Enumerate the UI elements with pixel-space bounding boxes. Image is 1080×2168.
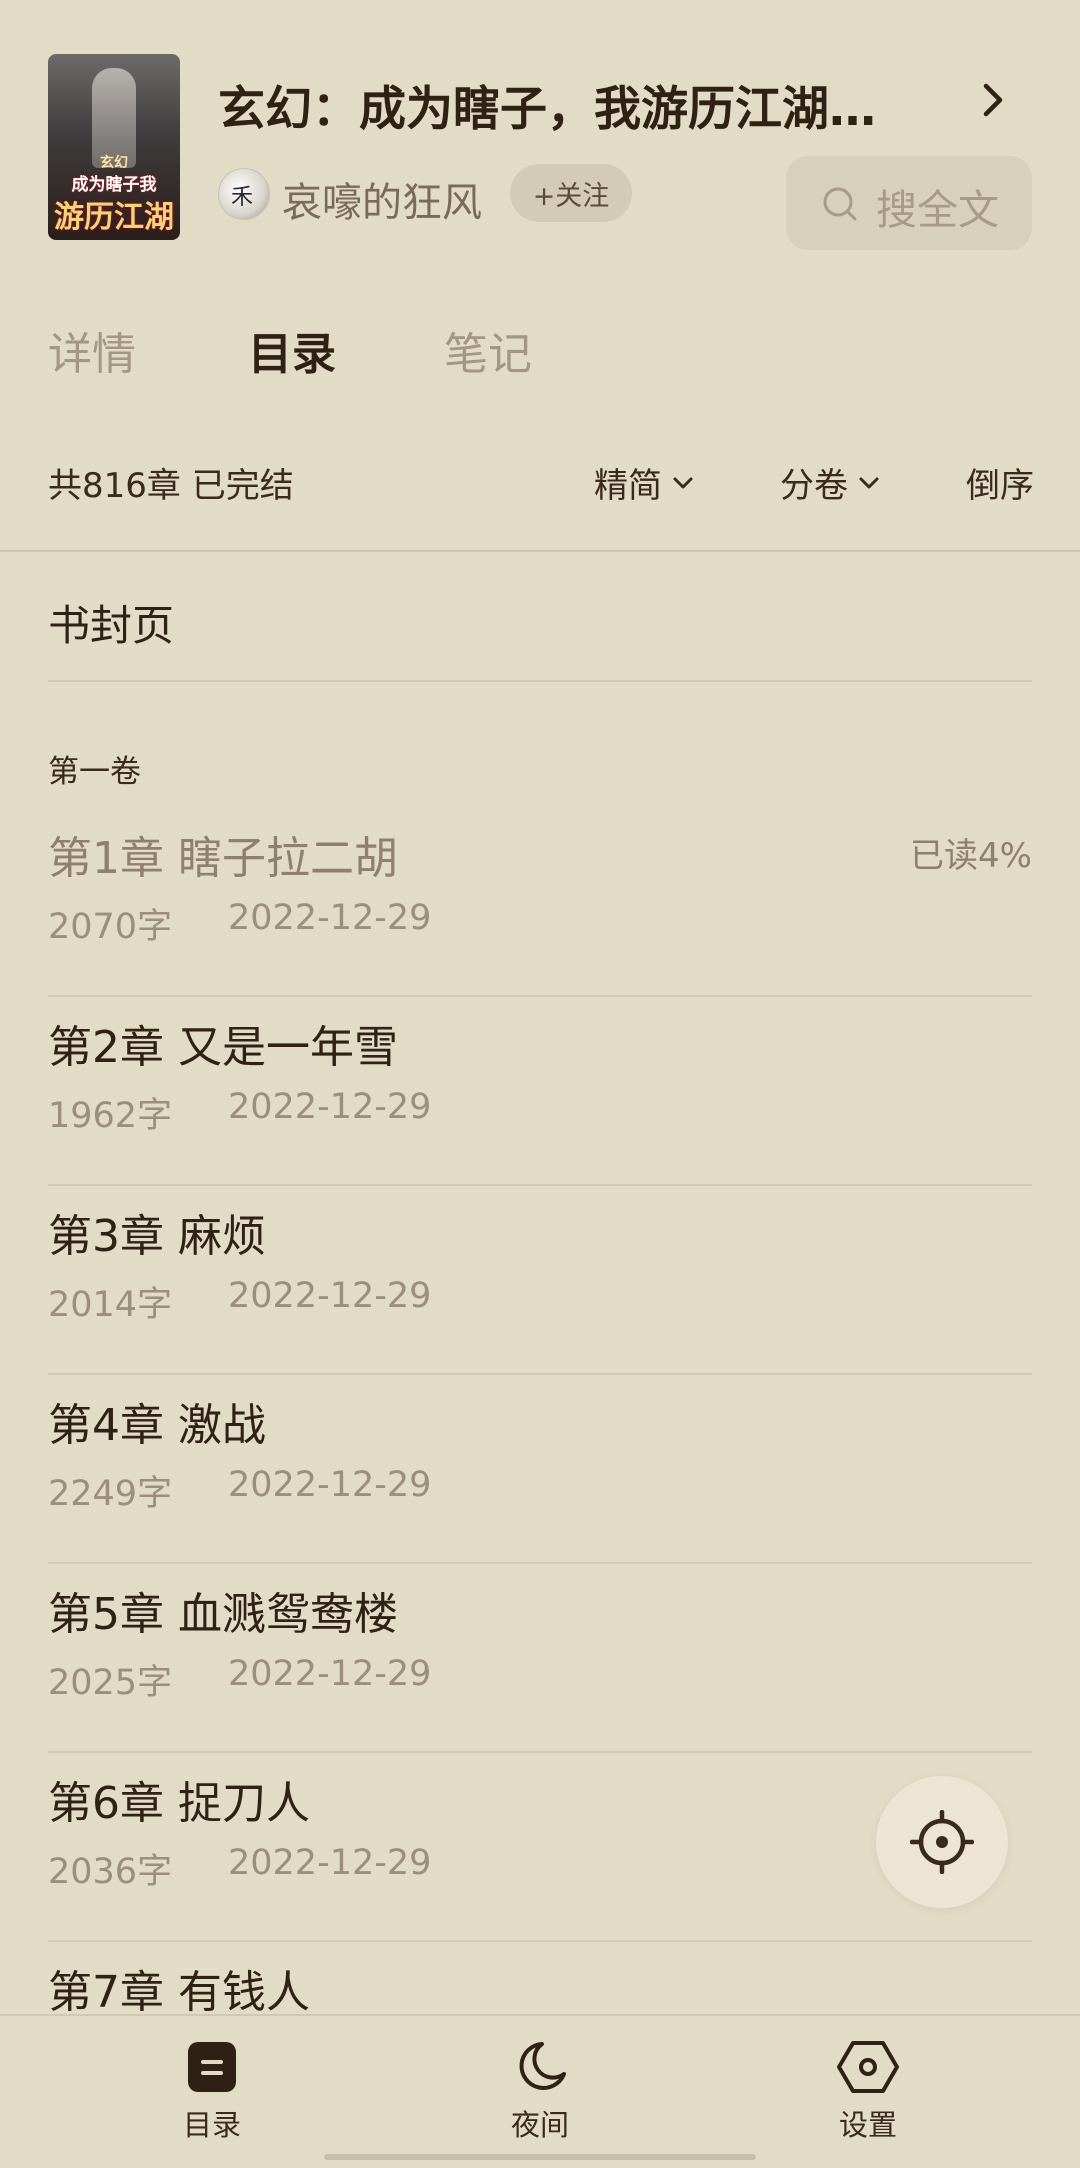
- reverse-order-button[interactable]: 倒序: [966, 458, 1034, 507]
- chevron-right-icon[interactable]: [980, 82, 1008, 118]
- chapter-count-summary: 共816章 已完结: [48, 466, 294, 506]
- chapter-word-count: 1962字: [48, 1096, 173, 1136]
- cover-text-big: 游历江湖: [54, 200, 174, 235]
- chapter-word-count: 2014字: [48, 1285, 173, 1325]
- catalog-icon: [188, 2042, 236, 2092]
- moon-icon: [519, 2042, 566, 2090]
- volume-heading: 第一卷: [48, 754, 141, 790]
- tab-catalog[interactable]: 目录: [248, 318, 336, 382]
- volume-split-label: 分卷: [780, 466, 848, 506]
- tab-notes[interactable]: 笔记: [444, 318, 532, 382]
- chapter-word-count: 2070字: [48, 907, 173, 947]
- chapter-date: 2022-12-29: [228, 1087, 432, 1127]
- reverse-label: 倒序: [966, 466, 1034, 506]
- search-placeholder: 搜全文: [876, 186, 999, 234]
- book-cover[interactable]: 玄幻 成为瞎子我 游历江湖: [48, 54, 180, 240]
- nav-settings[interactable]: 设置: [798, 2040, 938, 2144]
- home-indicator[interactable]: [324, 2154, 756, 2160]
- chevron-down-icon: [673, 477, 693, 488]
- catalog-sheet: 玄幻 成为瞎子我 游历江湖 玄幻：成为瞎子，我游历江湖… 禾 哀嚎的狂风 +关注…: [0, 0, 1080, 2168]
- chapter-item[interactable]: 第5章 血溅鸳鸯楼 2025字 2022-12-29: [48, 1564, 1032, 1753]
- locate-crosshair-icon: [910, 1810, 974, 1874]
- chapter-title: 第4章 激战: [48, 1400, 266, 1451]
- toolbar-divider: [0, 550, 1080, 552]
- settings-hexagon-icon: [837, 2041, 899, 2093]
- chapter-item[interactable]: 第1章 瞎子拉二胡 已读4% 2070字 2022-12-29: [48, 808, 1032, 997]
- chapter-title: 第5章 血溅鸳鸯楼: [48, 1589, 398, 1640]
- chapter-title: 第6章 捉刀人: [48, 1778, 310, 1829]
- follow-button[interactable]: +关注: [510, 164, 632, 222]
- chapter-title: 第2章 又是一年雪: [48, 1022, 398, 1073]
- nav-night-mode[interactable]: 夜间: [470, 2040, 610, 2144]
- chapter-date: 2022-12-29: [228, 1843, 432, 1883]
- nav-night-label: 夜间: [510, 2108, 569, 2142]
- chapter-date: 2022-12-29: [228, 898, 432, 938]
- chapter-word-count: 2025字: [48, 1663, 173, 1703]
- chapter-date: 2022-12-29: [228, 1465, 432, 1505]
- author-avatar[interactable]: 禾: [218, 168, 270, 220]
- simplified-dropdown[interactable]: 精简: [594, 458, 694, 507]
- chapter-word-count: 2249字: [48, 1474, 173, 1514]
- chapter-date: 2022-12-29: [228, 1276, 432, 1316]
- locate-current-chapter-button[interactable]: [876, 1776, 1008, 1908]
- chapter-item[interactable]: 第2章 又是一年雪 1962字 2022-12-29: [48, 997, 1032, 1186]
- chapter-item[interactable]: 第3章 麻烦 2014字 2022-12-29: [48, 1186, 1032, 1375]
- search-icon: [823, 187, 857, 221]
- read-progress: 已读4%: [910, 836, 1032, 876]
- chapter-title: 第3章 麻烦: [48, 1211, 266, 1262]
- nav-settings-label: 设置: [838, 2108, 897, 2142]
- cover-text-small: 玄幻: [100, 155, 128, 171]
- tab-details[interactable]: 详情: [48, 318, 136, 382]
- book-title[interactable]: 玄幻：成为瞎子，我游历江湖…: [218, 70, 978, 139]
- divider: [48, 680, 1032, 682]
- author-name[interactable]: 哀嚎的狂风: [282, 170, 482, 228]
- nav-catalog-label: 目录: [182, 2108, 241, 2142]
- full-text-search[interactable]: 搜全文: [786, 156, 1032, 250]
- chevron-down-icon: [859, 477, 879, 488]
- avatar-glyph: 禾: [231, 185, 254, 210]
- chapter-title: 第7章 有钱人: [48, 1967, 310, 2018]
- volume-dropdown[interactable]: 分卷: [780, 458, 880, 507]
- chapter-item[interactable]: 第4章 激战 2249字 2022-12-29: [48, 1375, 1032, 1564]
- cover-page-item[interactable]: 书封页: [48, 592, 174, 653]
- simplified-label: 精简: [594, 466, 662, 506]
- chapter-word-count: 2036字: [48, 1852, 173, 1892]
- bottom-nav: 目录 夜间 设置: [0, 2014, 1080, 2168]
- chapter-title: 第1章 瞎子拉二胡: [48, 833, 398, 884]
- chapter-date: 2022-12-29: [228, 1654, 432, 1694]
- nav-catalog[interactable]: 目录: [142, 2040, 282, 2144]
